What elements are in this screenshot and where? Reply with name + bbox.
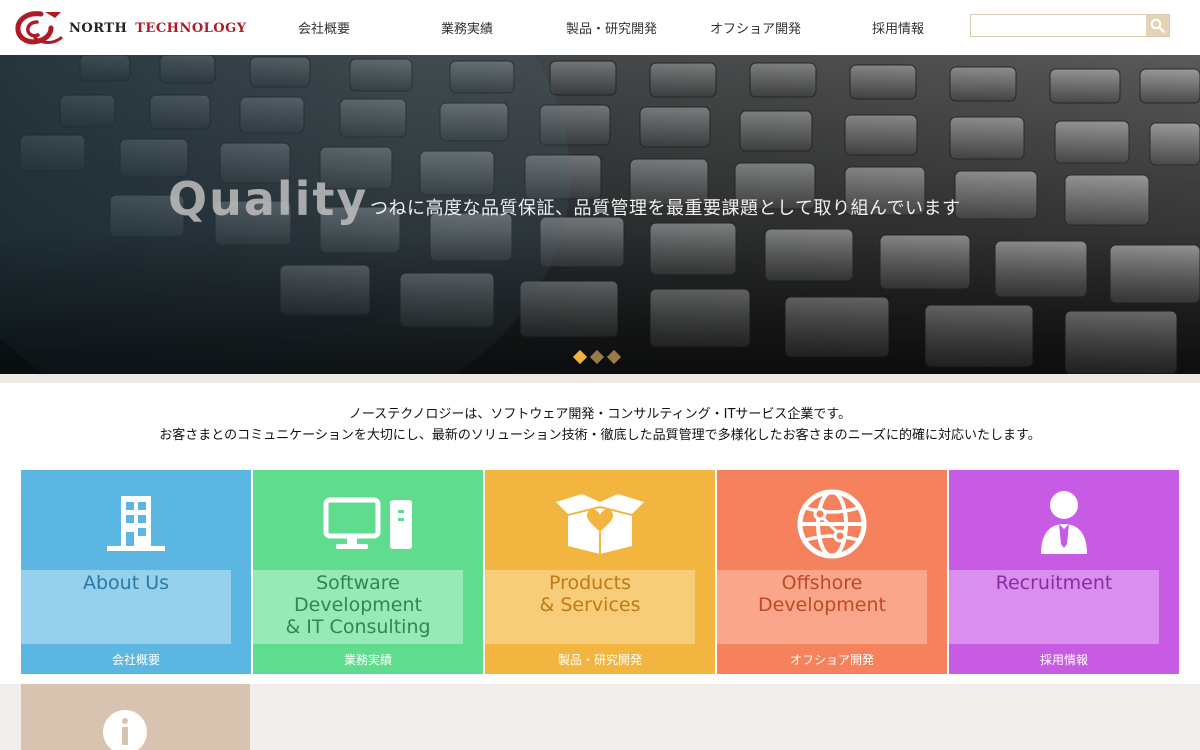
tile-title: Products & Services xyxy=(539,572,641,616)
tile-info[interactable] xyxy=(21,684,250,750)
tile-footer-label: 業務実績 xyxy=(343,653,392,667)
slider-dot-1[interactable] xyxy=(572,349,588,365)
logo-text: NORTH TECHNOLOGY xyxy=(69,21,247,36)
logo-mark-icon xyxy=(15,8,63,48)
search-box xyxy=(970,14,1170,37)
logo-technology: TECHNOLOGY xyxy=(135,20,247,36)
intro-line-2: お客さまとのコミュニケーションを大切にし、最新のソリューション技術・徹底した品質… xyxy=(159,428,1041,443)
intro-text: ノーステクノロジーは、ソフトウェア開発・コンサルティング・ITサービス企業です。… xyxy=(0,404,1200,446)
logo-north: NORTH xyxy=(69,20,128,36)
tile-footer-label: 製品・研究開発 xyxy=(557,653,642,667)
globe-icon xyxy=(717,488,947,559)
tile-title: Software Development & IT Consulting xyxy=(285,572,431,638)
hero-slider: Quality つねに高度な品質保証、品質管理を最重要課題として取り組んでいます xyxy=(0,55,1200,374)
search-input[interactable] xyxy=(971,15,1147,36)
tile-about-us[interactable]: About Us 会社概要 xyxy=(21,470,251,674)
tile-products-services[interactable]: Products & Services 製品・研究開発 xyxy=(485,470,715,674)
tile-recruitment[interactable]: Recruitment 採用情報 xyxy=(949,470,1179,674)
hero-bottom-band xyxy=(0,374,1200,383)
tile-software-development[interactable]: Software Development & IT Consulting 業務実… xyxy=(253,470,483,674)
search-icon xyxy=(1150,18,1165,33)
tile-panel: Software Development & IT Consulting xyxy=(253,570,463,644)
tile-title: Recruitment xyxy=(995,572,1113,594)
slider-dot-2[interactable] xyxy=(589,349,605,365)
nav-item-products[interactable]: 製品・研究開発 xyxy=(566,18,657,37)
tile-panel: Products & Services xyxy=(485,570,695,644)
slider-dot-3[interactable] xyxy=(606,349,622,365)
logo[interactable]: NORTH TECHNOLOGY xyxy=(15,8,255,48)
tile-panel: About Us xyxy=(21,570,231,644)
tile-title: About Us xyxy=(82,572,170,594)
gift-box-icon xyxy=(485,488,715,558)
nav-item-recruit[interactable]: 採用情報 xyxy=(872,18,924,37)
tile-footer-label: 採用情報 xyxy=(1039,653,1088,667)
tile-title: Offshore Development xyxy=(758,572,886,616)
main-nav: 会社概要 業務実績 製品・研究開発 オフショア開発 採用情報 xyxy=(260,0,950,55)
nav-item-offshore[interactable]: オフショア開発 xyxy=(710,18,801,37)
info-icon xyxy=(103,710,147,750)
tile-offshore-development[interactable]: Offshore Development オフショア開発 xyxy=(717,470,947,674)
slider-dots xyxy=(572,349,622,365)
hero-caption: つねに高度な品質保証、品質管理を最重要課題として取り組んでいます xyxy=(370,198,961,219)
tile-footer-label: オフショア開発 xyxy=(789,653,874,667)
nav-item-works[interactable]: 業務実績 xyxy=(441,18,493,37)
tile-footer-label: 会社概要 xyxy=(111,653,160,667)
computer-icon xyxy=(253,488,483,558)
search-button[interactable] xyxy=(1146,15,1169,36)
person-icon xyxy=(949,488,1179,558)
building-icon xyxy=(21,488,251,558)
intro-line-1: ノーステクノロジーは、ソフトウェア開発・コンサルティング・ITサービス企業です。 xyxy=(348,407,852,422)
nav-item-company[interactable]: 会社概要 xyxy=(298,18,350,37)
hero-quality-word: Quality xyxy=(168,172,369,226)
tile-panel: Recruitment xyxy=(949,570,1159,644)
tile-panel: Offshore Development xyxy=(717,570,927,644)
site-header: NORTH TECHNOLOGY 会社概要 業務実績 製品・研究開発 オフショア開… xyxy=(0,0,1200,55)
